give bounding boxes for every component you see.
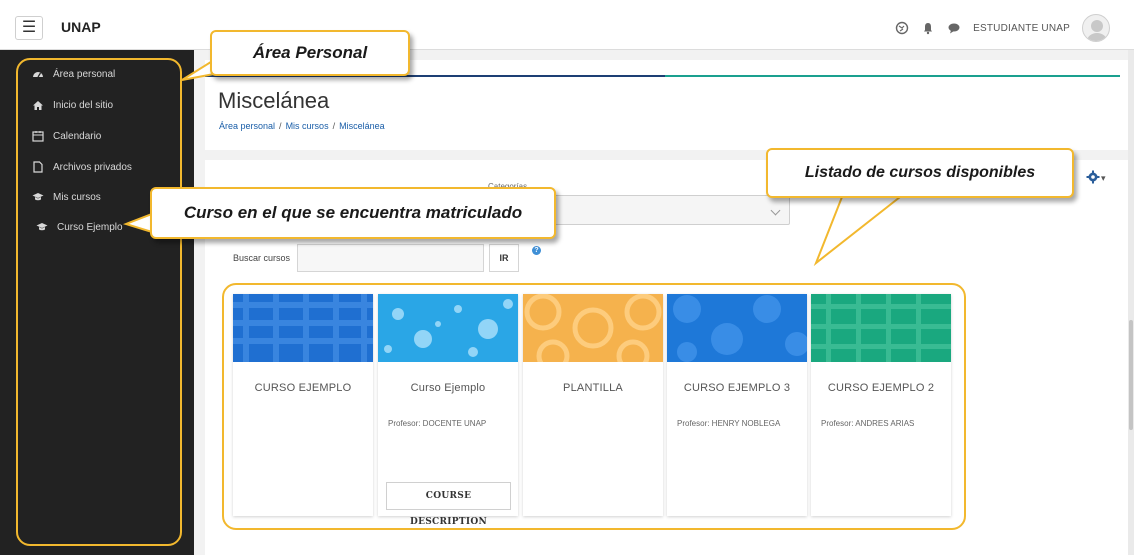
bell-icon[interactable] [921, 21, 935, 35]
search-label: Buscar cursos [233, 253, 291, 263]
chevron-down-icon[interactable]: ▾ [1101, 173, 1106, 184]
callout-area-personal: Área Personal [210, 30, 410, 76]
sidebar-highlight-box [16, 58, 182, 546]
breadcrumb: Área personal / Mis cursos / Miscelánea [219, 121, 385, 131]
courses-highlight-box [222, 283, 966, 530]
user-menu-area: ESTUDIANTE UNAP [895, 13, 1110, 43]
globe-icon[interactable] [895, 21, 909, 35]
chat-bubble-icon[interactable] [947, 21, 961, 35]
help-icon[interactable]: ? [532, 246, 541, 255]
page-title: Miscelánea [218, 88, 330, 113]
search-input[interactable] [297, 244, 484, 272]
breadcrumb-item[interactable]: Miscelánea [339, 121, 385, 131]
site-brand[interactable]: UNAP [61, 19, 101, 35]
search-button[interactable]: IR [489, 244, 519, 272]
hamburger-menu-button[interactable]: ☰ [15, 16, 43, 40]
user-name[interactable]: ESTUDIANTE UNAP [973, 23, 1070, 34]
top-navbar: ☰ UNAP ESTUDIANTE UNAP [0, 0, 1134, 50]
gear-icon[interactable] [1086, 170, 1100, 184]
header-accent-bar [665, 75, 1120, 77]
callout-pointer [813, 196, 903, 267]
callout-listado-cursos: Listado de cursos disponibles [766, 148, 1074, 198]
scrollbar-thumb[interactable] [1129, 320, 1133, 430]
vertical-scrollbar[interactable] [1128, 50, 1134, 555]
breadcrumb-item[interactable]: Mis cursos [286, 121, 329, 131]
user-avatar[interactable] [1082, 14, 1110, 42]
breadcrumb-item[interactable]: Área personal [219, 121, 275, 131]
callout-curso-matriculado: Curso en el que se encuentra matriculado [150, 187, 556, 239]
